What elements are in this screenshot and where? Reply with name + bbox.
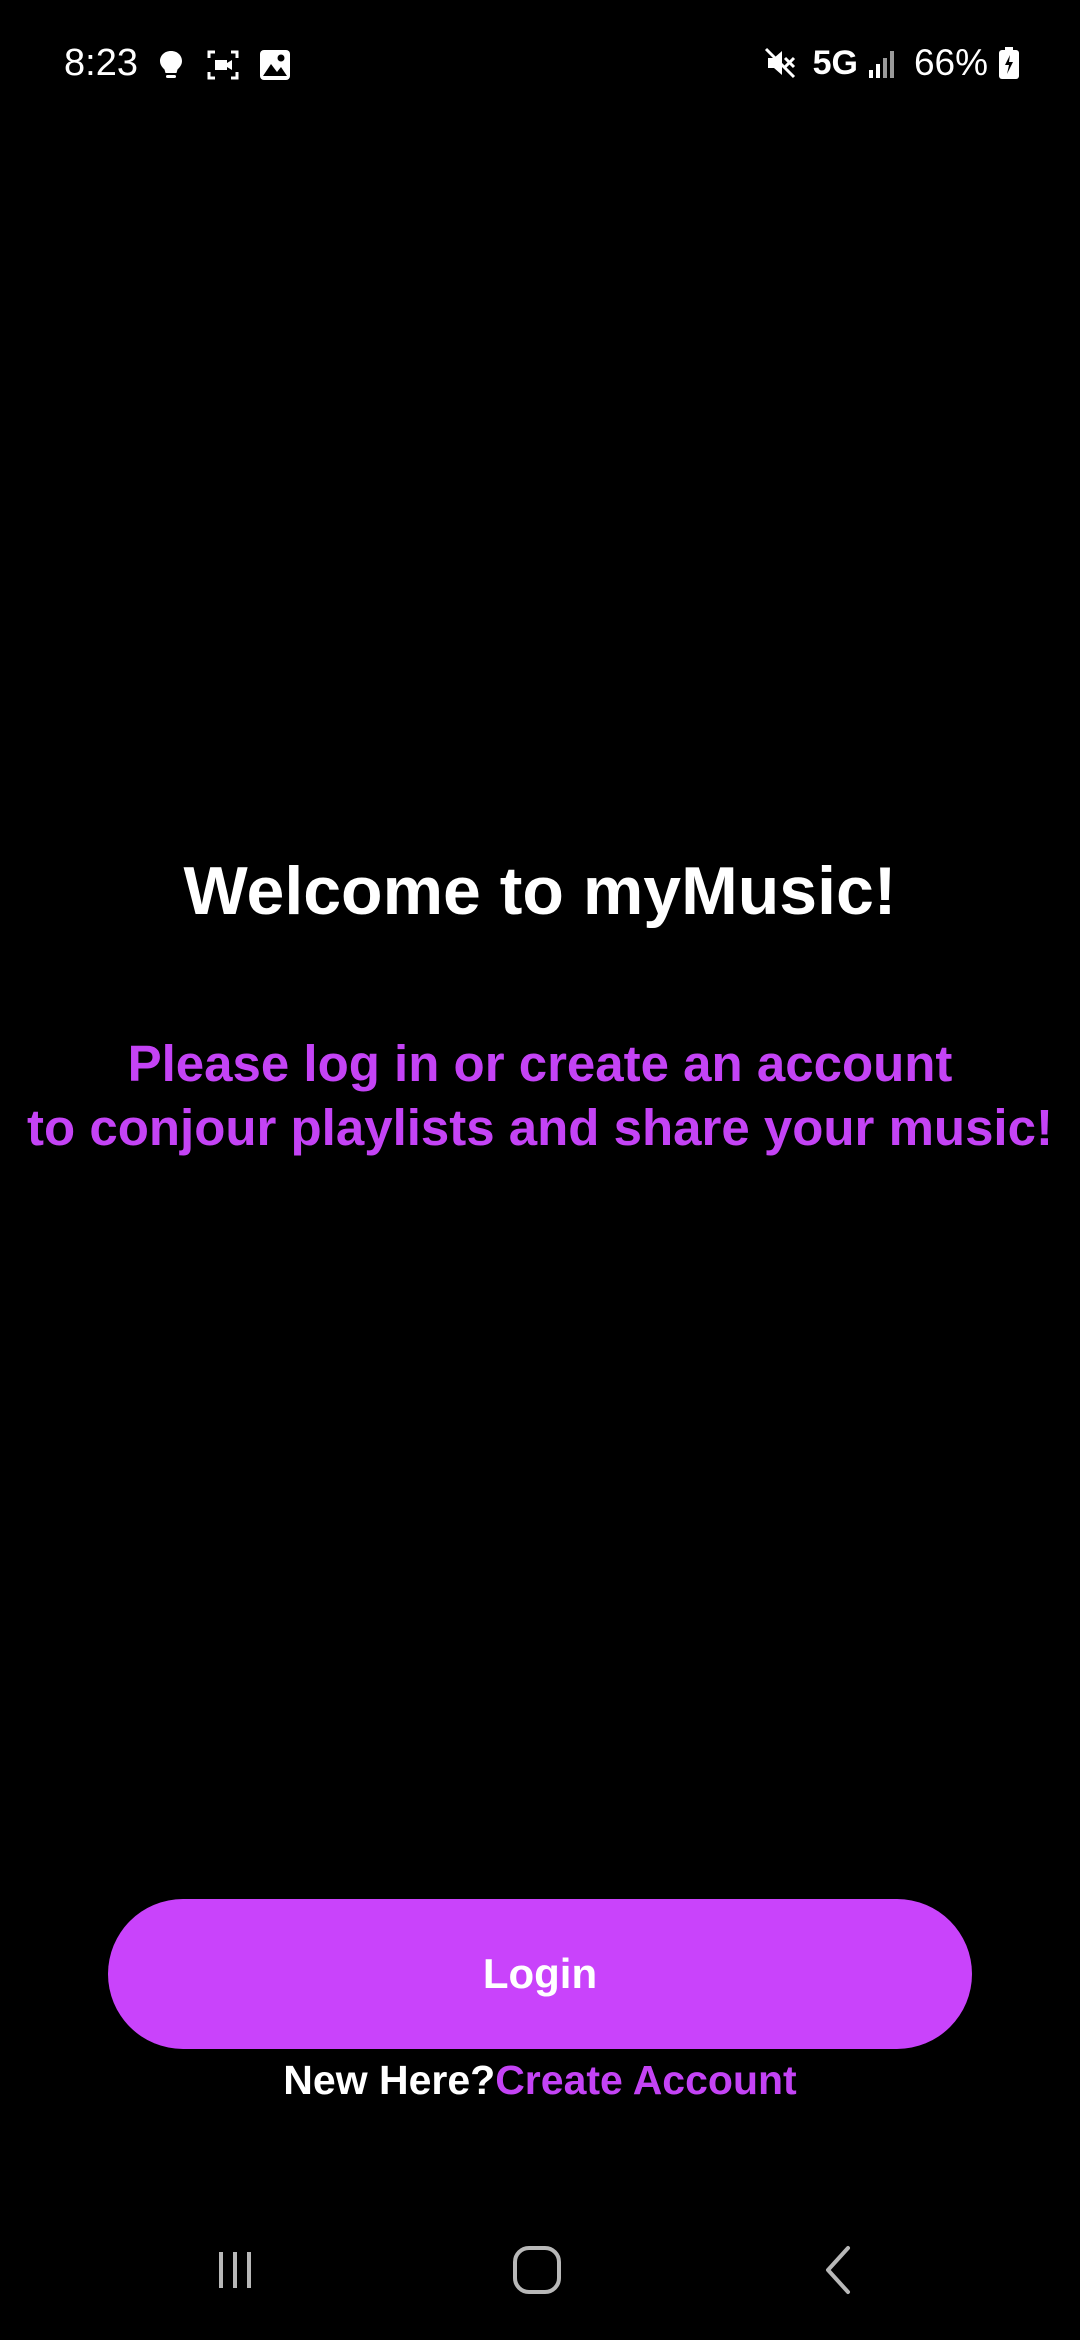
home-button[interactable] bbox=[477, 2230, 597, 2310]
network-type: 5G bbox=[812, 44, 858, 82]
screen-recorder-icon bbox=[206, 48, 240, 82]
battery-percent: 66% bbox=[913, 42, 988, 83]
navigation-bar bbox=[0, 2200, 1080, 2340]
battery-icon bbox=[998, 46, 1020, 80]
recent-apps-icon bbox=[219, 2252, 251, 2288]
subtitle-line-1: Please log in or create an account bbox=[127, 1035, 953, 1092]
subtitle-line-2: to conjour playlists and share your musi… bbox=[27, 1099, 1053, 1156]
welcome-subtitle: Please log in or create an account to co… bbox=[0, 1032, 1080, 1160]
status-left-icons bbox=[154, 46, 292, 84]
status-right: 5G 66% bbox=[763, 38, 1020, 88]
recent-apps-button[interactable] bbox=[175, 2230, 295, 2310]
welcome-title: Welcome to myMusic! bbox=[183, 853, 897, 929]
status-time: 8:23 bbox=[64, 42, 138, 84]
mute-icon bbox=[763, 46, 797, 80]
create-account-link[interactable]: Create Account bbox=[495, 2057, 797, 2103]
back-button[interactable] bbox=[780, 2230, 900, 2310]
new-here-label: New Here? bbox=[283, 2057, 496, 2103]
status-bar: 8:23 5G 66% bbox=[0, 0, 1080, 130]
signup-row: New Here?Create Account bbox=[0, 2050, 1080, 2110]
gallery-icon bbox=[258, 48, 292, 82]
back-icon bbox=[826, 2246, 850, 2294]
lightbulb-icon bbox=[154, 48, 188, 82]
home-icon bbox=[513, 2246, 561, 2294]
signal-icon bbox=[868, 46, 898, 80]
login-button[interactable]: Login bbox=[108, 1899, 972, 2049]
